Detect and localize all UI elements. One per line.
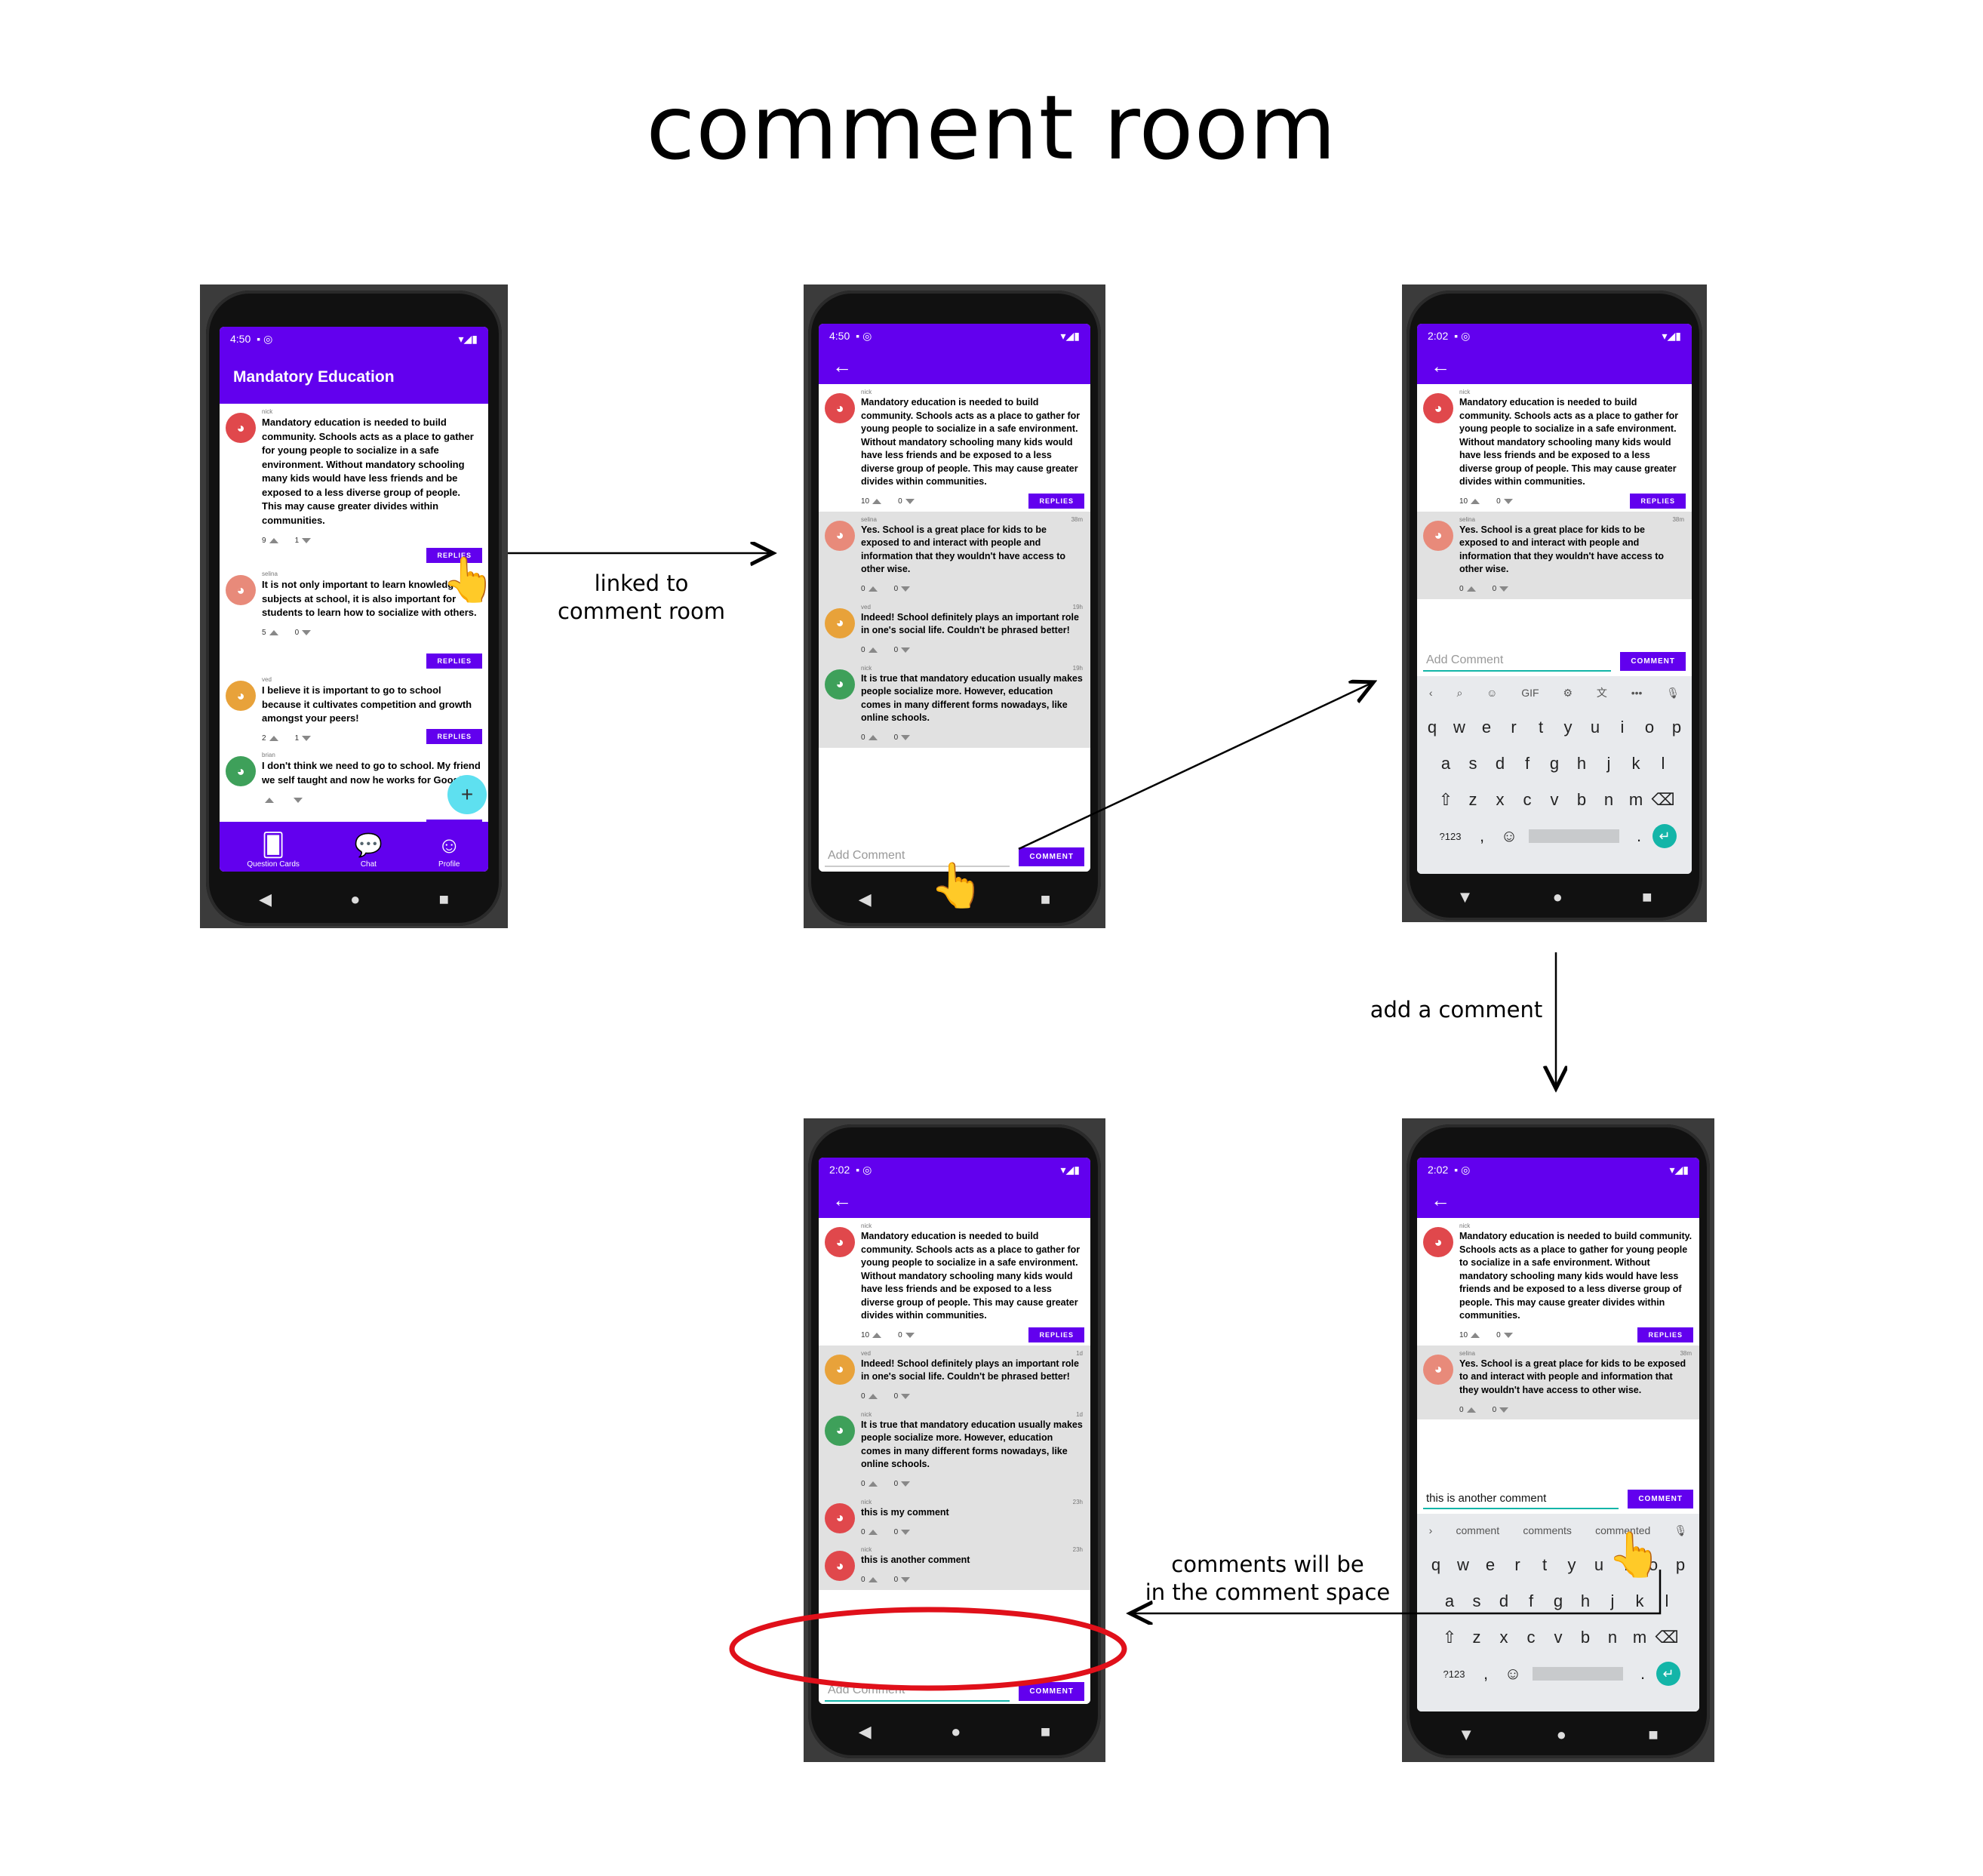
flow-arrows [508,0,1662,1876]
arrow-2 [1018,683,1372,850]
arrow-4 [1132,1570,1662,1613]
